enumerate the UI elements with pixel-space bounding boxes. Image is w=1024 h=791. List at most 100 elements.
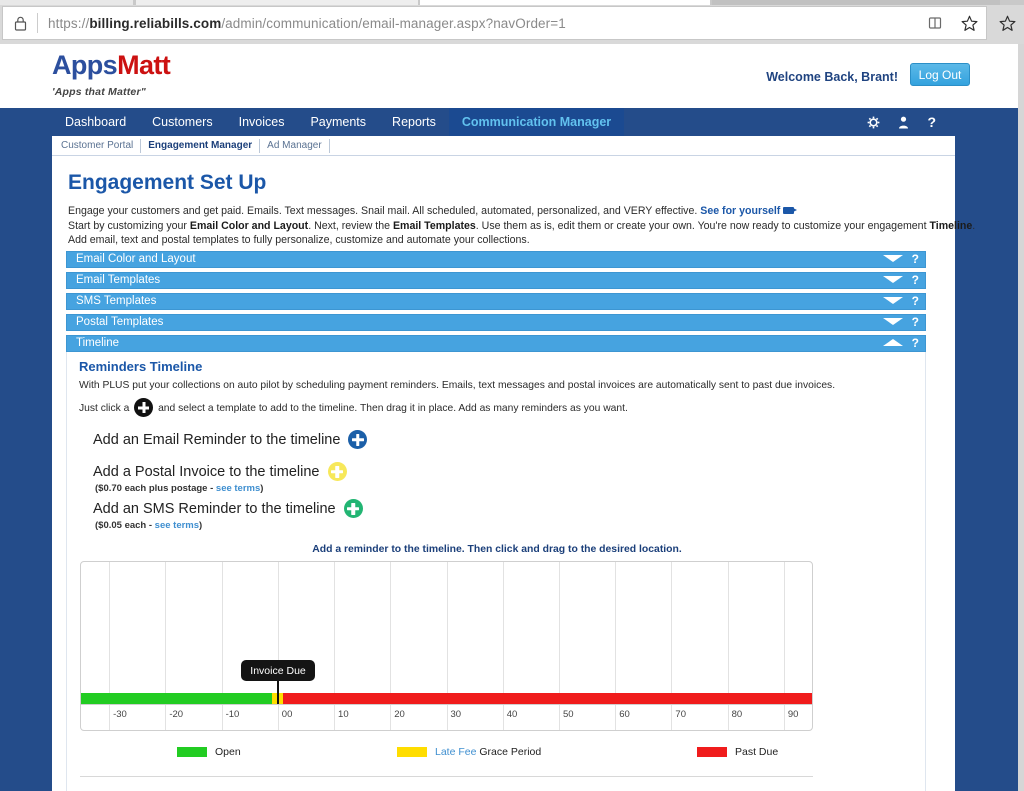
address-bar[interactable]: https://billing.reliabills.com/admin/com… [2, 6, 987, 40]
logout-button[interactable]: Log Out [910, 63, 970, 86]
chevron-down-icon[interactable] [883, 276, 903, 283]
help-icon[interactable]: ? [912, 294, 919, 308]
legend-swatch-grace-period [397, 747, 427, 757]
browser-tab[interactable] [136, 0, 418, 5]
add-postal-invoice-row[interactable]: Add a Postal Invoice to the timeline [93, 462, 347, 481]
legend-label-grace-period: Late Fee Grace Period [435, 746, 541, 758]
help-icon[interactable]: ? [912, 336, 919, 350]
add-sms-reminder-button[interactable] [343, 499, 363, 518]
browser-tab[interactable] [712, 0, 1000, 5]
axis-tick [783, 705, 785, 730]
chart-gridline [615, 562, 617, 706]
axis-label: 60 [619, 709, 630, 720]
gear-icon[interactable] [867, 116, 880, 129]
reading-list-icon[interactable] [918, 7, 952, 39]
axis-label: 70 [675, 709, 686, 720]
add-email-reminder-button[interactable] [348, 430, 368, 449]
nav-item-payments[interactable]: Payments [297, 108, 379, 136]
help-icon[interactable]: ? [927, 115, 936, 129]
axis-label: 20 [394, 709, 405, 720]
chart-gridline [446, 562, 448, 706]
accordion-timeline[interactable]: Timeline ? [66, 335, 926, 352]
axis-label: -10 [225, 709, 240, 720]
chevron-down-icon[interactable] [883, 318, 903, 325]
nav-item-reports[interactable]: Reports [379, 108, 449, 136]
help-icon[interactable]: ? [912, 273, 919, 287]
main-navigation: Dashboard Customers Invoices Payments Re… [0, 108, 1018, 136]
subnav-item-customer-portal[interactable]: Customer Portal [52, 138, 142, 153]
browser-tab[interactable] [0, 0, 133, 5]
accordion-postal-templates[interactable]: Postal Templates ? [66, 314, 926, 331]
intro-text-2e: . Use them as is, edit them or create yo… [475, 220, 930, 232]
see-for-yourself-link[interactable]: See for yourself [700, 205, 780, 217]
subnav-item-ad-manager[interactable]: Ad Manager [260, 138, 330, 153]
welcome-message: Welcome Back, Brant! [766, 70, 898, 84]
nav-item-dashboard[interactable]: Dashboard [52, 108, 139, 136]
timeline-status-bar [81, 693, 812, 704]
nav-item-customers[interactable]: Customers [139, 108, 225, 136]
sms-terms-prefix: ($0.05 each - [95, 520, 155, 531]
postal-see-terms-link[interactable]: see terms [216, 483, 260, 494]
axis-label: 10 [338, 709, 349, 720]
chart-legend: Open Late Fee Grace Period Past Due [67, 746, 927, 768]
add-email-reminder-row[interactable]: Add an Email Reminder to the timeline [93, 430, 368, 449]
accordion-email-templates[interactable]: Email Templates ? [66, 272, 926, 289]
logo-wordmark: AppsMatt [52, 50, 171, 80]
axis-label: 90 [787, 709, 799, 720]
axis-tick [727, 705, 729, 730]
timeline-chart[interactable]: Invoice Due -30 -20 -10 00 10 20 30 40 50 60 70 80 9… [80, 561, 813, 731]
axis-tick [334, 705, 336, 730]
browser-tabstrip [0, 0, 1024, 5]
user-icon[interactable] [898, 116, 909, 129]
site-logo[interactable]: AppsMatt 'Apps that Matter" [52, 50, 171, 99]
chart-x-axis: -30 -20 -10 00 10 20 30 40 50 60 70 80 90 [81, 704, 812, 730]
intro-line-3: Add email, text and postal templates to … [68, 234, 530, 246]
nav-item-invoices[interactable]: Invoices [226, 108, 298, 136]
help-icon[interactable]: ? [912, 315, 919, 329]
page-scrollbar[interactable] [1018, 44, 1024, 791]
sms-see-terms-link[interactable]: see terms [155, 520, 199, 531]
postal-terms-line: ($0.70 each plus postage - see terms) [95, 483, 263, 494]
help-icon[interactable]: ? [912, 252, 919, 266]
axis-tick [221, 705, 223, 730]
timeline-panel: Reminders Timeline With PLUS put your co… [66, 352, 926, 791]
nav-item-communication-manager[interactable]: Communication Manager [448, 108, 625, 136]
add-postal-invoice-button[interactable] [327, 462, 347, 481]
legend-item-past-due: Past Due [697, 746, 778, 758]
accordion-email-color-and-layout[interactable]: Email Color and Layout ? [66, 251, 926, 268]
timeline-chart-hint: Add a reminder to the timeline. Then cli… [312, 544, 682, 555]
chart-gridline [165, 562, 167, 706]
collections-star-icon[interactable] [992, 10, 1022, 36]
add-sms-reminder-row[interactable]: Add an SMS Reminder to the timeline [93, 499, 363, 518]
legend-label-past-due: Past Due [735, 746, 779, 758]
postal-terms-suffix: ) [260, 483, 264, 494]
browser-tab-active[interactable] [420, 0, 710, 5]
reminders-desc-2b: and select a template to add to the time… [155, 403, 628, 414]
legend-grace-text: Grace Period [476, 746, 542, 758]
chart-gridline [671, 562, 673, 706]
chevron-down-icon[interactable] [883, 255, 903, 262]
invoice-due-tooltip: Invoice Due [241, 660, 315, 681]
subnav-item-engagement-manager[interactable]: Engagement Manager [141, 138, 261, 153]
address-bar-divider [37, 13, 38, 33]
legend-item-grace-period: Late Fee Grace Period [397, 746, 541, 758]
chart-gridline [334, 562, 336, 706]
chart-gridline [727, 562, 729, 706]
logo-matt: Matt [117, 50, 171, 80]
intro-text-2a: Start by customizing your [68, 220, 190, 232]
url-domain: billing.reliabills.com [89, 15, 222, 31]
intro-text-2c: . Next, review the [308, 220, 393, 232]
nav-icon-group: ? [867, 108, 936, 136]
chevron-up-icon[interactable] [883, 339, 903, 346]
accordion-label: Timeline [76, 337, 120, 349]
add-postal-invoice-label: Add a Postal Invoice to the timeline [93, 463, 320, 480]
chevron-down-icon[interactable] [883, 297, 903, 304]
plus-icon [134, 398, 154, 417]
intro-text-2g: . [972, 220, 976, 232]
url-path: /admin/communication/email-manager.aspx?… [221, 15, 566, 31]
star-icon[interactable] [952, 7, 986, 39]
axis-label: 40 [506, 709, 518, 720]
late-fee-link[interactable]: Late Fee [435, 746, 476, 758]
postal-terms-prefix: ($0.70 each plus postage - [95, 483, 216, 494]
accordion-sms-templates[interactable]: SMS Templates ? [66, 293, 926, 310]
